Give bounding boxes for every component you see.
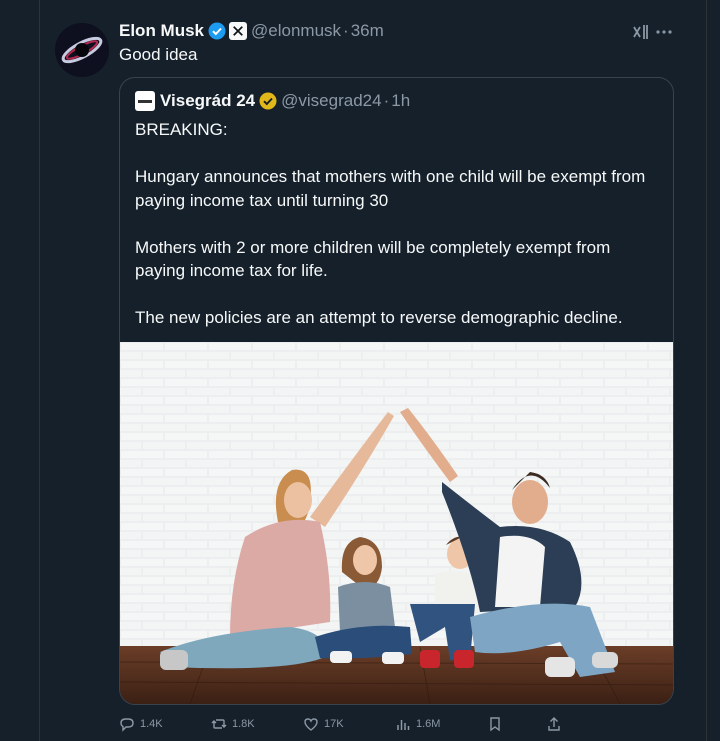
reply-count: 1.4K bbox=[140, 718, 163, 730]
like-count: 17K bbox=[324, 718, 344, 730]
bookmark-button[interactable] bbox=[487, 712, 508, 736]
quote-text: BREAKING: Hungary announces that mothers… bbox=[135, 118, 660, 330]
author-display-name[interactable]: Elon Musk bbox=[119, 21, 204, 41]
x-logo-icon[interactable] bbox=[229, 22, 248, 40]
quote-author-handle[interactable]: @visegrad24 bbox=[281, 91, 381, 111]
quoted-tweet[interactable]: Visegrád 24 @visegrad24 · 1h BREAKING: H… bbox=[119, 77, 674, 705]
quote-paragraph: BREAKING: bbox=[135, 120, 228, 139]
repost-count: 1.8K bbox=[232, 718, 255, 730]
quote-author-display-name[interactable]: Visegrád 24 bbox=[160, 91, 255, 111]
left-rail bbox=[0, 0, 40, 741]
quote-paragraph: Hungary announces that mothers with one … bbox=[135, 167, 646, 210]
right-rail bbox=[706, 0, 720, 741]
views-button[interactable]: 1.6M bbox=[395, 712, 440, 736]
share-icon bbox=[548, 717, 560, 731]
avatar[interactable] bbox=[55, 23, 109, 77]
quote-separator: · bbox=[383, 91, 390, 110]
verified-gold-badge-icon[interactable] bbox=[259, 92, 277, 110]
action-bar: 1.4K 1.8K 17K 1.6M bbox=[119, 712, 679, 736]
author-handle[interactable]: @elonmusk bbox=[251, 21, 341, 41]
share-button[interactable] bbox=[546, 712, 567, 736]
views-count: 1.6M bbox=[416, 718, 441, 730]
quote-photo[interactable] bbox=[120, 342, 673, 704]
repost-icon bbox=[211, 719, 227, 729]
quote-header: Visegrád 24 @visegrad24 · 1h bbox=[135, 90, 410, 112]
header-separator: · bbox=[343, 21, 349, 40]
quote-paragraph: The new policies are an attempt to rever… bbox=[135, 308, 623, 327]
quote-paragraph: Mothers with 2 or more children will be … bbox=[135, 237, 611, 281]
tweet-text: Good idea bbox=[119, 45, 198, 64]
reply-icon bbox=[120, 718, 134, 732]
tweet-timestamp[interactable]: 36m bbox=[351, 21, 384, 41]
views-icon bbox=[397, 720, 410, 730]
reply-button[interactable]: 1.4K bbox=[119, 712, 163, 736]
verified-badge-icon[interactable] bbox=[208, 22, 226, 40]
like-icon bbox=[304, 718, 318, 731]
like-button[interactable]: 17K bbox=[303, 712, 344, 736]
bookmark-icon bbox=[490, 717, 500, 732]
grok-icon[interactable] bbox=[631, 22, 651, 42]
repost-button[interactable]: 1.8K bbox=[211, 712, 255, 736]
more-icon[interactable] bbox=[655, 22, 673, 42]
quote-timestamp[interactable]: 1h bbox=[391, 91, 410, 111]
tweet[interactable]: Elon Musk @elonmusk · 36m Good idea Vise… bbox=[41, 0, 706, 741]
quote-avatar[interactable] bbox=[135, 91, 155, 111]
tweet-header: Elon Musk @elonmusk · 36m bbox=[119, 20, 384, 42]
